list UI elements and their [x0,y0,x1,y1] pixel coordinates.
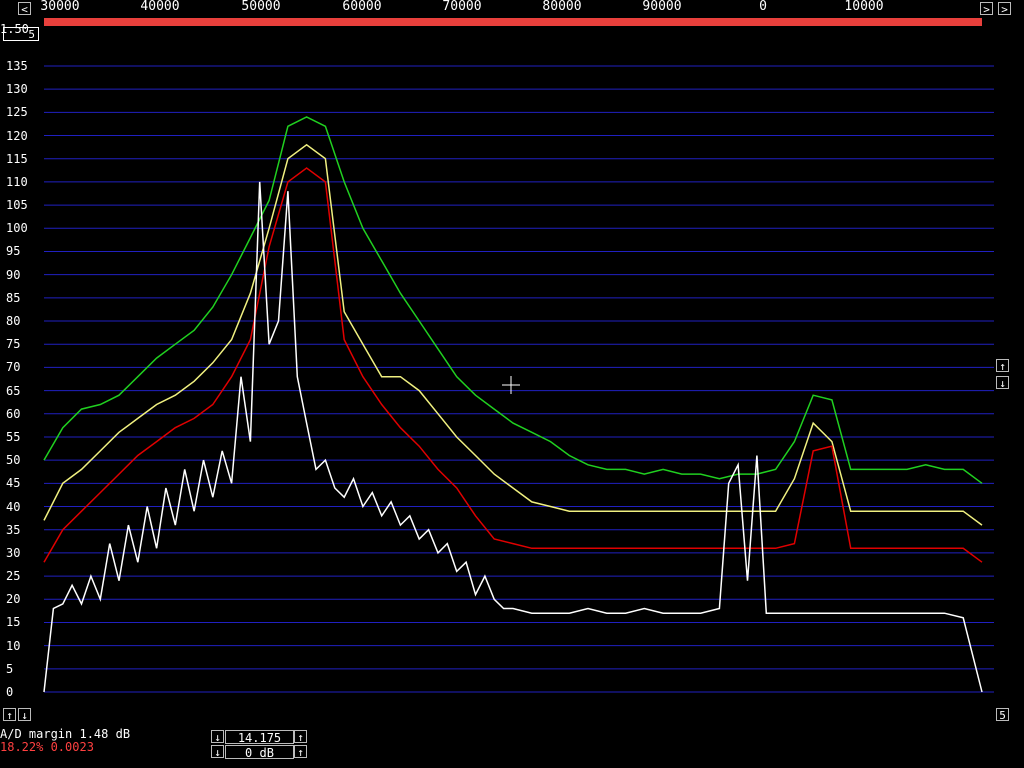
y-axis-label: 65 [6,383,21,398]
y-axis-label: 30 [6,545,21,560]
crosshair-cursor-icon [502,376,520,394]
y-axis-label: 115 [6,151,28,166]
y-axis-label: 40 [6,499,21,514]
y-axis-label: 110 [6,174,28,189]
y-axis-label: 35 [6,522,21,537]
gain-setting-up-button[interactable]: ↑ [294,745,307,759]
y-axis-label: 135 [6,59,28,73]
y-axis-label: 60 [6,406,21,421]
y-axis-label: 125 [6,105,28,120]
spectrum-trace [43,143,983,526]
spectrum-trace [43,167,983,563]
y-axis-label: 5 [6,661,14,676]
freq-down-button[interactable]: ↓ [211,730,224,744]
y-axis-label: 100 [6,221,28,236]
ratio-readout: 18.22% 0.0023 [0,740,94,754]
y-axis-label: 85 [6,290,21,305]
gain-setting-down-button[interactable]: ↓ [211,745,224,759]
y-axis-label: 70 [6,360,21,375]
bottom-right-box[interactable]: 5 [996,708,1009,722]
frequency-control: ↓ 14.175 ↑ ↓ 0 dB ↑ [211,729,308,762]
y-axis-label: 75 [6,337,21,352]
y-axis-label: 80 [6,314,21,329]
zero-down-button[interactable]: ↓ [18,708,31,722]
y-axis-label: 45 [6,476,21,491]
gain-up-button[interactable]: ↑ [996,359,1009,373]
y-axis-label: 120 [6,128,28,143]
y-axis-label: 20 [6,592,21,607]
y-axis-label: 130 [6,82,28,97]
y-axis-label: 95 [6,244,21,259]
zero-up-button[interactable]: ↑ [3,708,16,722]
y-axis-label: 90 [6,267,21,282]
y-axis-label: 25 [6,569,21,584]
y-axis-label: 105 [6,198,28,213]
freq-up-button[interactable]: ↑ [294,730,307,744]
y-axis-label: 0 [6,685,14,699]
y-axis-label: 55 [6,429,21,444]
gain-readout[interactable]: 0 dB [225,745,294,760]
y-axis-label: 50 [6,453,21,468]
y-axis-label: 10 [6,638,21,653]
frequency-readout[interactable]: 14.175 [225,730,294,745]
ad-margin-readout: A/D margin 1.48 dB [0,727,131,741]
gain-down-button[interactable]: ↓ [996,376,1009,390]
y-axis-label: 15 [6,615,21,630]
spectrum-trace [43,116,983,484]
